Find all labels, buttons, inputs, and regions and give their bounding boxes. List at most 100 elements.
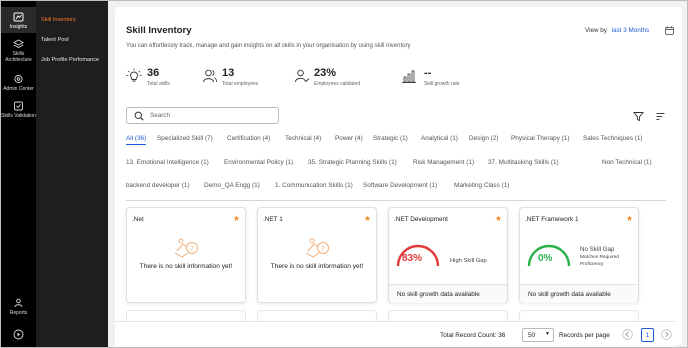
svg-text:?: ?: [190, 245, 194, 253]
view-by: View by last 3 Months: [585, 27, 649, 34]
validated-user-icon: [295, 69, 310, 83]
star-icon[interactable]: ★: [495, 214, 502, 223]
skill-card-name: .NET Development: [394, 216, 448, 223]
filter-technical[interactable]: Technical (4): [285, 135, 321, 142]
collapse-icon: [13, 329, 24, 340]
filter-power[interactable]: Power (4): [335, 135, 363, 142]
stat-total-employees-label: Total employees: [222, 81, 259, 87]
star-icon[interactable]: ★: [626, 214, 633, 223]
sub-navigation: Skill Inventory Talent Pool Job Profile …: [36, 1, 108, 347]
svg-text:?: ?: [321, 245, 325, 253]
subnav-item-skill-inventory[interactable]: Skill Inventory: [41, 16, 105, 24]
filter-certification[interactable]: Certification (4): [227, 135, 270, 142]
filter-design[interactable]: Design (2): [469, 135, 498, 142]
skill-card[interactable]: .NET 1 ★ ? There is no skill information…: [257, 207, 377, 303]
filter-emotional-intelligence[interactable]: 13. Emotional Intelligence (1): [126, 159, 209, 166]
growth-status: No skill growth data available: [389, 284, 507, 303]
reports-icon: [14, 298, 23, 308]
no-info-icon: ?: [305, 238, 329, 258]
empty-message: There is no skill information yet!: [270, 263, 364, 270]
filter-analytical[interactable]: Analytical (1): [421, 135, 458, 142]
lightbulb-icon: [126, 68, 142, 82]
gauge-label: No Skill Gap: [580, 246, 615, 253]
next-page-icon[interactable]: [661, 329, 672, 340]
filter-demo-qa-engg[interactable]: Demo_QA Engg (1): [204, 182, 260, 189]
page-size-value: 50: [528, 332, 536, 339]
search-icon: [134, 111, 144, 121]
filter-physical-therapy[interactable]: Physical Therapy (1): [511, 135, 570, 142]
gauge-value: 83%: [402, 253, 423, 264]
filter-specialized-skill[interactable]: Specialized Skill (7): [157, 135, 213, 142]
collapse-button[interactable]: [1, 329, 36, 343]
bar-chart-icon: [402, 70, 416, 83]
rail-item-reports[interactable]: Reports: [1, 298, 36, 318]
search-input[interactable]: Search: [126, 107, 279, 124]
gauge-sub-label: Matches Required Proficiency: [580, 255, 619, 267]
search-placeholder: Search: [150, 112, 170, 119]
chevron-down-icon: ▼: [545, 331, 550, 337]
users-icon: [203, 69, 217, 83]
filter-all[interactable]: All (36): [126, 135, 147, 145]
star-icon[interactable]: ★: [364, 214, 371, 223]
prev-page-icon[interactable]: [622, 329, 633, 340]
rail-item-admin-center[interactable]: Admin Center: [1, 74, 36, 94]
stat-total-skills-label: Total skills: [147, 81, 170, 87]
rail-label-skills-architecture: Skills Architecture: [5, 51, 32, 63]
view-by-dropdown[interactable]: last 3 Months: [612, 27, 649, 34]
pagination-bar: Total Record Count: 36 50 ▼ Records per …: [115, 321, 675, 347]
skill-card[interactable]: .NET Framework 1 ★ 0% No Skill Gap Match…: [519, 207, 639, 303]
filter-environmental-policy[interactable]: Environmental Policy (1): [224, 159, 293, 166]
view-by-label: View by: [585, 27, 607, 34]
gauge-label: High Skill Gap: [450, 258, 487, 264]
current-page[interactable]: 1: [641, 328, 654, 342]
skill-card[interactable]: .Net ★ ? There is no skill information y…: [126, 207, 246, 303]
stat-skill-growth-value: --: [424, 67, 432, 79]
page-subtitle: You can effortlessly track, manage and g…: [126, 43, 411, 49]
filter-software-development[interactable]: Software Development (1): [363, 182, 437, 189]
total-record-count: Total Record Count: 36: [440, 332, 506, 339]
records-per-page-label: Records per page: [559, 332, 610, 339]
gauge-value: 0%: [538, 253, 553, 264]
rail-item-skills-validation[interactable]: Skills Validation: [1, 101, 36, 127]
icon-rail: Insights Skills Architecture Admin Cente…: [1, 1, 36, 347]
calendar-icon[interactable]: [665, 26, 674, 35]
filter-marketing-class[interactable]: Marketing Class (1): [454, 182, 509, 189]
gear-icon: [14, 74, 23, 84]
app-frame: Insights Skills Architecture Admin Cente…: [0, 0, 688, 348]
filter-backend-developer[interactable]: backend developer (1): [126, 182, 190, 189]
stat-employees-validated-label: Employees validated: [314, 81, 361, 87]
filter-communication-skills[interactable]: 1. Communication Skills (1): [275, 182, 353, 189]
filter-strategic-planning[interactable]: 35. Strategic Planning Skills (1): [308, 159, 397, 166]
subnav-item-talent-pool[interactable]: Talent Pool: [41, 36, 105, 44]
sort-icon[interactable]: [655, 111, 666, 122]
star-icon[interactable]: ★: [233, 214, 240, 223]
skill-card[interactable]: .NET Development ★ 83% High Skill Gap No…: [388, 207, 508, 303]
filter-icon[interactable]: [633, 111, 644, 122]
skill-card-name: .NET Framework 1: [525, 216, 579, 223]
filter-multitasking[interactable]: 37. Multitasking Skills (1): [488, 159, 559, 166]
filter-risk-management[interactable]: Risk Management (1): [413, 159, 474, 166]
divider: [126, 200, 666, 201]
main-area: Skill Inventory You can effortlessly tra…: [108, 1, 687, 347]
skill-card-name: .NET 1: [263, 216, 283, 223]
rail-item-skills-architecture[interactable]: Skills Architecture: [1, 39, 36, 65]
layers-icon: [13, 39, 24, 49]
page-size-select[interactable]: 50 ▼: [522, 328, 554, 342]
filter-non-technical[interactable]: Non Technical (1): [602, 159, 652, 166]
checkbox-icon: [14, 101, 23, 111]
filter-sales-techniques[interactable]: Sales Techniques (1): [583, 135, 643, 142]
growth-status: No skill growth data available: [520, 284, 638, 303]
skill-card-name: .Net: [132, 216, 144, 223]
rail-label-insights: Insights: [9, 24, 28, 30]
stat-skill-growth-label: Skill growth rate: [424, 81, 460, 87]
rail-label-skills-validation: Skills Validation: [1, 113, 36, 119]
rail-item-insights[interactable]: Insights: [1, 7, 36, 33]
stat-total-skills-value: 36: [147, 67, 160, 79]
empty-message: There is no skill information yet!: [139, 263, 233, 270]
stat-employees-validated-value: 23%: [314, 67, 337, 79]
filter-strategic[interactable]: Strategic (1): [373, 135, 408, 142]
insights-icon: [13, 12, 24, 22]
stat-total-employees-value: 13: [222, 67, 235, 79]
rail-label-admin-center: Admin Center: [3, 86, 34, 92]
subnav-item-job-profile-performance[interactable]: Job Profile Perfomance: [41, 56, 105, 64]
